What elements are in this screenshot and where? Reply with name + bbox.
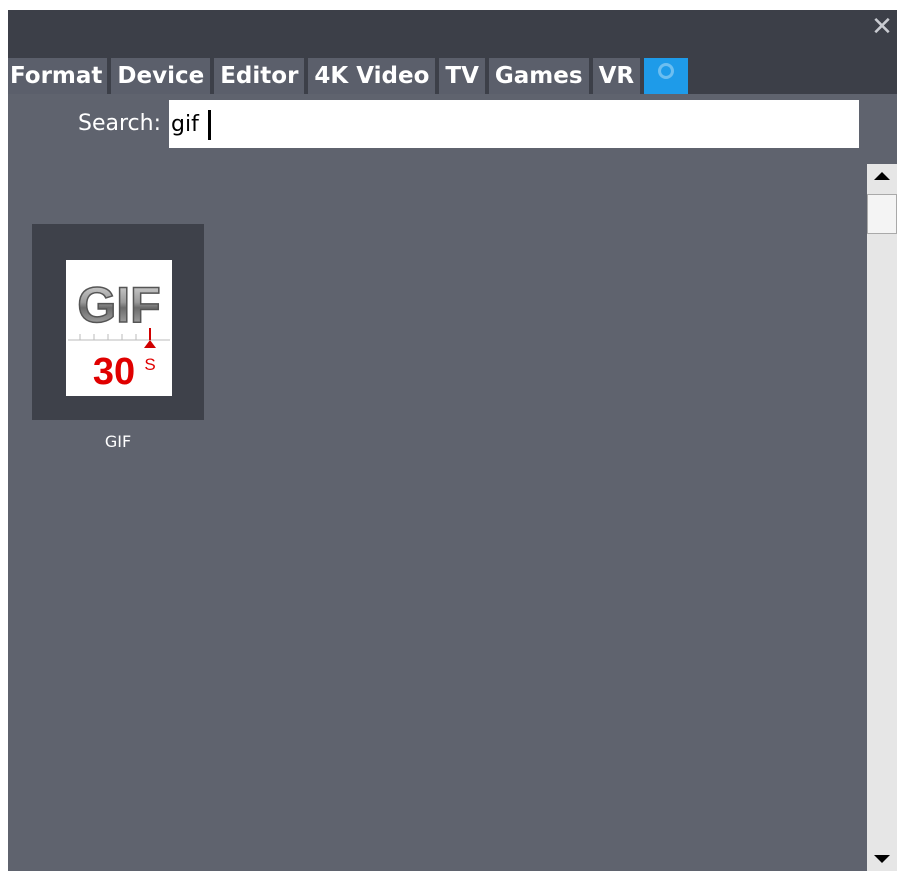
format-dialog: ✕ Format Device Editor 4K Video TV Games… bbox=[8, 10, 897, 871]
gif-logo-graphic: GIF 30 S bbox=[68, 276, 170, 393]
vertical-scrollbar[interactable] bbox=[867, 164, 897, 871]
results-panel: Search: GIF bbox=[8, 94, 897, 871]
category-tabbar: Format Device Editor 4K Video TV Games V… bbox=[8, 58, 692, 94]
gif-format-icon: GIF 30 S bbox=[66, 260, 172, 396]
tab-device[interactable]: Device bbox=[111, 58, 211, 94]
tab-tv[interactable]: TV bbox=[439, 58, 485, 94]
gif-duration-unit: S bbox=[144, 355, 155, 374]
result-tile-gif[interactable]: GIF 30 S bbox=[32, 224, 204, 420]
search-row: Search: bbox=[8, 100, 859, 148]
tab-vr[interactable]: VR bbox=[592, 58, 641, 94]
search-icon bbox=[658, 63, 675, 79]
search-label: Search: bbox=[78, 111, 161, 136]
tab-4k-video[interactable]: 4K Video bbox=[308, 58, 436, 94]
gif-logo-text: GIF bbox=[77, 277, 160, 333]
text-caret bbox=[208, 110, 211, 140]
tab-games[interactable]: Games bbox=[488, 58, 589, 94]
result-tile-label: GIF bbox=[104, 432, 132, 451]
tab-format[interactable]: Format bbox=[8, 58, 108, 94]
close-icon[interactable]: ✕ bbox=[871, 14, 893, 40]
gif-duration-number: 30 bbox=[93, 351, 135, 393]
tab-search[interactable] bbox=[644, 58, 689, 94]
scroll-up-arrow-icon[interactable] bbox=[867, 164, 897, 188]
scroll-down-arrow-icon[interactable] bbox=[867, 847, 897, 871]
tab-editor[interactable]: Editor bbox=[214, 58, 305, 94]
search-input[interactable] bbox=[169, 100, 859, 148]
scrollbar-thumb[interactable] bbox=[867, 194, 897, 234]
